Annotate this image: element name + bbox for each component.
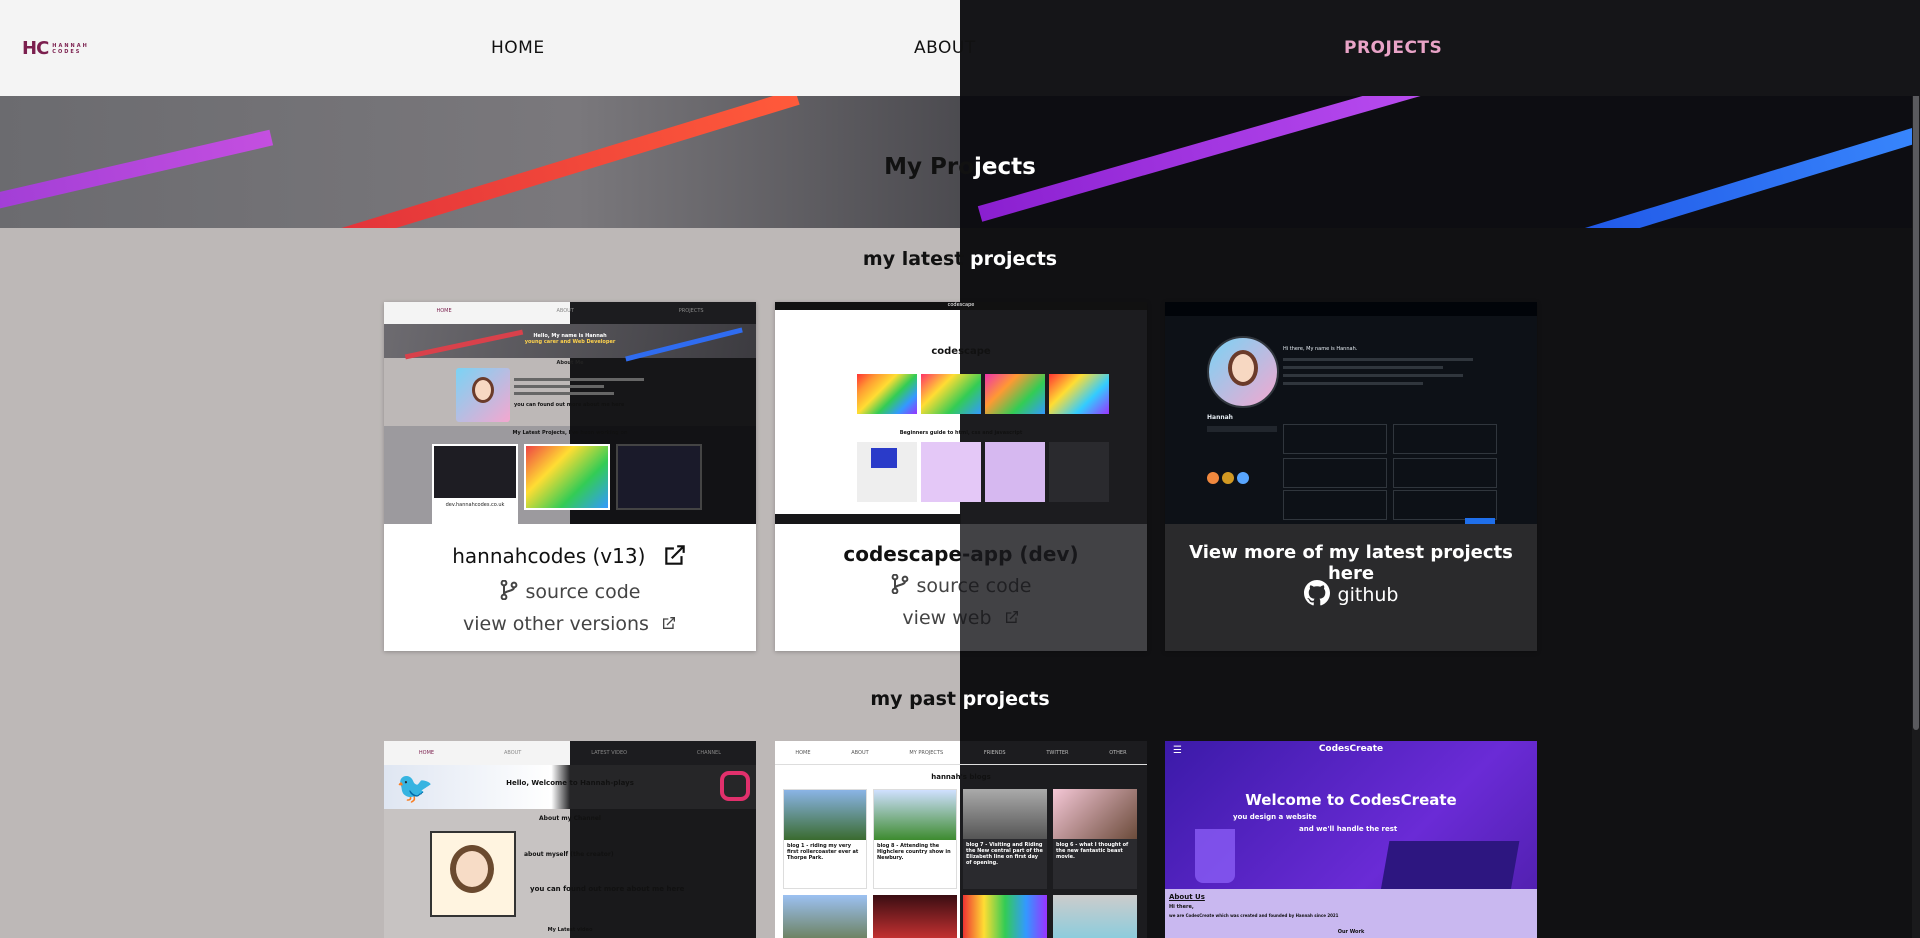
past-projects-heading: my past projects (870, 688, 1050, 710)
scrollbar-thumb[interactable] (1913, 0, 1919, 730)
github-cta-title[interactable]: View more of my latest projects here (1165, 542, 1537, 584)
github-link[interactable]: github (1165, 580, 1537, 611)
latest-projects-heading: my latest projects (862, 248, 1058, 270)
nav-home-link[interactable]: HOME (491, 38, 545, 58)
source-code-link[interactable]: source code (384, 579, 756, 605)
project-card-hannahcodes: HOME ABOUT PROJECTS Hello, My name is Hann… (384, 302, 756, 651)
external-link-icon[interactable] (662, 542, 688, 573)
nav-about-link[interactable]: ABOUT (914, 38, 976, 58)
project-card-hannahs-blogs[interactable]: HOME ABOUT MY PROJECTS FRIENDS TWITTER OTHER … (775, 741, 1147, 938)
codescape-screenshot[interactable]: codescape codescape Beginners guide to h… (775, 302, 1147, 524)
logo-mark: HC (22, 38, 49, 59)
external-link-icon (661, 614, 677, 636)
project-title[interactable]: hannahcodes (v13) (384, 542, 756, 573)
navbar-light-half (0, 0, 960, 96)
nav-projects-link[interactable]: PROJECTS (1344, 38, 1442, 58)
logo-text: HANNAH CODES (52, 42, 89, 55)
hero-banner: My Projects (0, 96, 1920, 228)
github-icon (1303, 580, 1330, 611)
github-profile-screenshot[interactable]: Hannah Hi there, My name is Hannah. (1165, 302, 1537, 524)
dark-theme-overlay (960, 524, 1147, 651)
git-branch-icon (891, 573, 909, 599)
git-branch-icon (500, 579, 518, 605)
project-card-codescape: codescape codescape Beginners guide to h… (775, 302, 1147, 651)
page-title: My Projects (884, 154, 1036, 180)
top-navbar: HC HANNAH CODES HOME ABOUT PROJECTS (0, 0, 1920, 96)
hannahcodes-screenshot[interactable]: HOME ABOUT PROJECTS Hello, My name is Hann… (384, 302, 756, 524)
project-card-codescreate[interactable]: ☰ CodesCreate Welcome to CodesCreate you… (1165, 741, 1537, 938)
site-logo[interactable]: HC HANNAH CODES (22, 38, 89, 59)
project-card-github: Hannah Hi there, My name is Hannah. View… (1165, 302, 1537, 651)
project-card-hannah-plays[interactable]: HOME ABOUT LATEST VIDEO CHANNEL 🐦 Hello, We… (384, 741, 756, 938)
other-versions-link[interactable]: view other versions (384, 613, 756, 636)
page-scrollbar[interactable] (1912, 0, 1920, 938)
